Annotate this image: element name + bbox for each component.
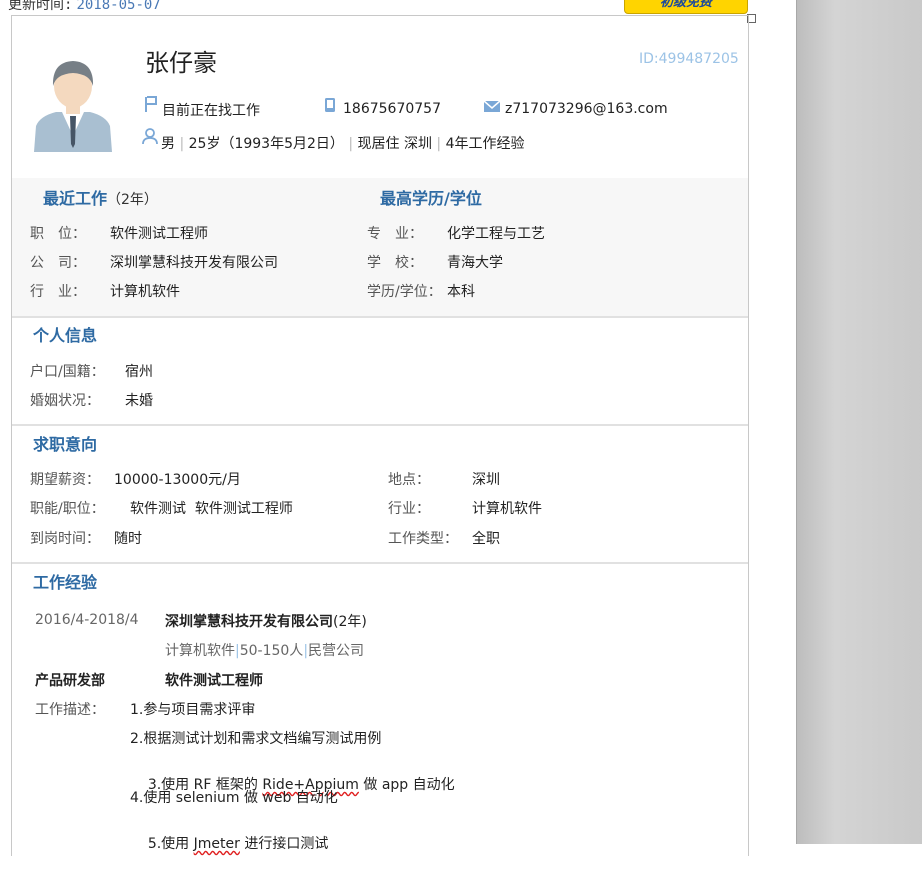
hukou-label: 户口/国籍： bbox=[30, 364, 105, 380]
job-intent-title: 求职意向 bbox=[33, 435, 98, 454]
location-value: 深圳 bbox=[472, 472, 500, 488]
hukou-value: 宿州 bbox=[125, 364, 153, 380]
work-experience-title: 工作经验 bbox=[33, 573, 98, 592]
person-icon bbox=[142, 128, 158, 144]
update-time: 更新时间: 2018-05-07 bbox=[8, 0, 161, 13]
education-title: 最高学历/学位 bbox=[380, 189, 482, 208]
resume-id: ID:499487205 bbox=[639, 51, 739, 67]
email-address[interactable]: z717073296@163.com bbox=[505, 101, 668, 117]
position-value: 软件测试工程师 bbox=[110, 226, 208, 242]
intent-industry-value: 计算机软件 bbox=[472, 501, 542, 517]
department: 产品研发部 bbox=[35, 673, 105, 689]
major-label: 专 业： bbox=[367, 226, 423, 242]
salary-value: 10000-13000元/月 bbox=[114, 472, 241, 488]
mail-icon bbox=[483, 100, 501, 112]
work-desc-line: 2.根据测试计划和需求文档编写测试用例 bbox=[130, 731, 382, 747]
location-label: 地点： bbox=[388, 472, 430, 488]
work-company: 深圳掌慧科技开发有限公司(2年) bbox=[165, 614, 367, 630]
marital-value: 未婚 bbox=[125, 393, 153, 409]
window-gray-margin bbox=[796, 0, 922, 844]
job-status: 目前正在找工作 bbox=[162, 103, 260, 119]
avatar bbox=[32, 56, 114, 152]
resume-document: 张仔豪 ID:499487205 目前正在找工作 18675670757 z71… bbox=[11, 15, 749, 856]
function-label: 职能/职位： bbox=[30, 501, 105, 517]
industry-label: 行 业： bbox=[30, 284, 86, 300]
school-label: 学 校： bbox=[367, 255, 423, 271]
company-meta: 计算机软件|50-150人|民营公司 bbox=[165, 643, 365, 659]
divider bbox=[12, 562, 748, 564]
recent-work-title: 最近工作（2年） bbox=[43, 189, 158, 208]
start-time-value: 随时 bbox=[114, 531, 142, 547]
industry-value: 计算机软件 bbox=[110, 284, 180, 300]
start-time-label: 到岗时间： bbox=[30, 531, 100, 547]
divider bbox=[12, 316, 748, 318]
intent-industry-label: 行业： bbox=[388, 501, 430, 517]
function-value: 软件测试 软件测试工程师 bbox=[130, 501, 293, 517]
job-type-value: 全职 bbox=[472, 531, 500, 547]
degree-value: 本科 bbox=[447, 284, 475, 300]
degree-label: 学历/学位： bbox=[367, 284, 442, 300]
phone-icon bbox=[325, 98, 335, 112]
personal-info-title: 个人信息 bbox=[33, 326, 98, 345]
company-label: 公 司： bbox=[30, 255, 86, 271]
work-desc-line: 1.参与项目需求评审 bbox=[130, 702, 256, 718]
work-desc-label: 工作描述： bbox=[35, 702, 105, 718]
basic-info-line: 男 | 25岁（1993年5月2日） | 现居住 深圳 | 4年工作经验 bbox=[161, 136, 525, 152]
company-value: 深圳掌慧科技开发有限公司 bbox=[110, 255, 278, 271]
school-value: 青海大学 bbox=[447, 255, 503, 271]
work-period: 2016/4-2018/4 bbox=[35, 612, 139, 628]
job-type-label: 工作类型： bbox=[388, 531, 458, 547]
work-desc-line: 5.使用 Jmeter 进行接口测试 bbox=[147, 836, 329, 852]
work-desc-line: 4.使用 selenium 做 web 自动化 bbox=[130, 790, 338, 806]
salary-label: 期望薪资： bbox=[30, 472, 100, 488]
divider bbox=[12, 424, 748, 426]
flag-icon bbox=[145, 96, 157, 112]
free-badge: 初级免费 bbox=[624, 0, 748, 14]
job-role: 软件测试工程师 bbox=[165, 673, 263, 689]
major-value: 化学工程与工艺 bbox=[447, 226, 545, 242]
marital-label: 婚姻状况： bbox=[30, 393, 100, 409]
position-label: 职 位： bbox=[30, 226, 86, 242]
candidate-name: 张仔豪 bbox=[145, 49, 217, 77]
phone-number[interactable]: 18675670757 bbox=[343, 101, 441, 117]
